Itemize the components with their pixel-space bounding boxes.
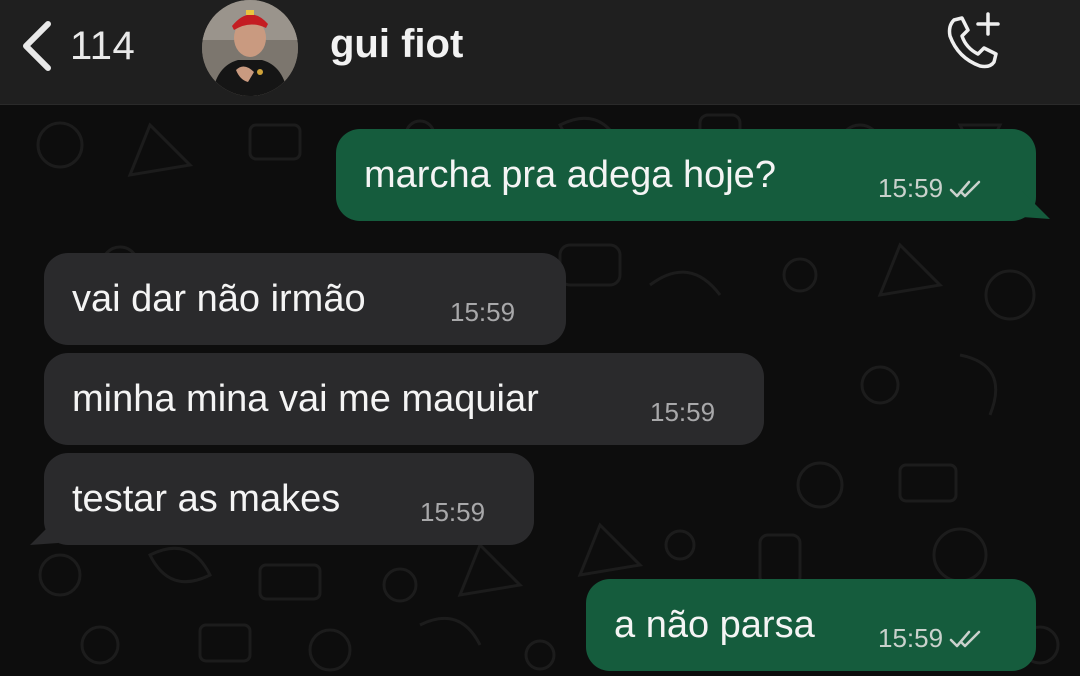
message-text: vai dar não irmão [72, 277, 366, 320]
message-time: 15:59 [878, 623, 985, 654]
contact-name[interactable]: gui fiot [330, 18, 463, 70]
message-text: marcha pra adega hoje? [364, 153, 776, 196]
message-timestamp: 15:59 [878, 173, 944, 203]
message-timestamp: 15:59 [450, 297, 516, 327]
message-timestamp: 15:59 [420, 497, 486, 527]
double-check-icon [949, 180, 981, 197]
message-text: a não parsa [614, 603, 815, 646]
message-text: minha mina vai me maquiar [72, 377, 539, 420]
avatar-photo [202, 0, 298, 96]
chat-screen: 114 gui fiot marcha pra adega hoje? 15:5… [0, 0, 1080, 676]
unread-count: 114 [70, 23, 136, 68]
message-bubble-incoming[interactable]: vai dar não irmão 15:59 [44, 253, 566, 345]
message-time: 15:59 [878, 173, 985, 204]
message-bubble-incoming[interactable]: testar as makes 15:59 [44, 453, 534, 545]
add-call-icon [947, 12, 1000, 69]
message-timestamp: 15:59 [878, 623, 944, 653]
add-call-button[interactable] [940, 10, 1006, 76]
message-bubble-incoming[interactable]: minha mina vai me maquiar 15:59 [44, 353, 764, 445]
bubble-tail [1022, 191, 1050, 219]
message-bubble-outgoing[interactable]: a não parsa 15:59 [586, 579, 1036, 671]
double-check-icon [949, 630, 981, 647]
message-text: testar as makes [72, 477, 341, 520]
message-list[interactable]: marcha pra adega hoje? 15:59 vai dar não… [0, 105, 1080, 676]
message-bubble-outgoing[interactable]: marcha pra adega hoje? 15:59 [336, 129, 1036, 221]
back-button[interactable]: 114 [18, 18, 135, 74]
message-timestamp: 15:59 [650, 397, 716, 427]
chat-header: 114 gui fiot [0, 0, 1080, 105]
avatar[interactable] [202, 0, 298, 96]
bubble-tail [30, 517, 58, 545]
chevron-left-icon [23, 21, 51, 71]
